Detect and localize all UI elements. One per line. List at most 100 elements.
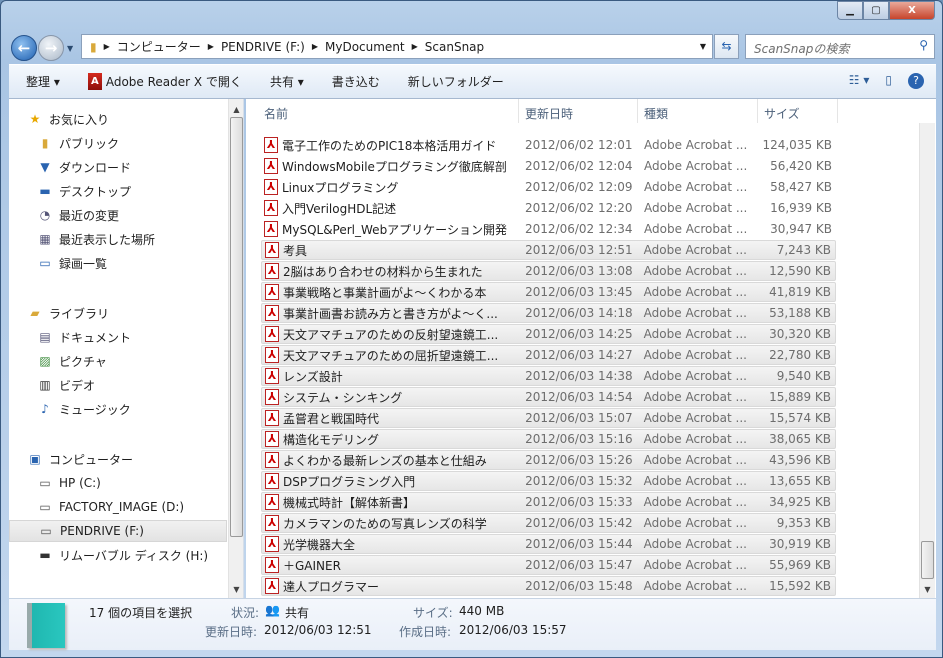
file-row[interactable]: ⅄ 光学機器大全 2012/06/03 15:44 Adobe Acrobat ...… <box>261 534 836 554</box>
sidebar-item[interactable]: ▼ ダウンロード <box>9 156 227 178</box>
file-date: 2012/06/03 12:51 <box>525 243 633 257</box>
file-row[interactable]: ⅄ DSPプログラミング入門 2012/06/03 15:32 Adobe Acrob… <box>261 471 836 491</box>
preview-pane-icon[interactable]: ▯ <box>885 73 892 89</box>
file-row[interactable]: ⅄ システム・シンキング 2012/06/03 14:54 Adobe Acrobat… <box>261 387 836 407</box>
search-input[interactable]: ScanSnapの検索 ⚲ <box>745 34 935 59</box>
file-row[interactable]: ⅄ 達人プログラマー 2012/06/03 15:48 Adobe Acrobat .… <box>261 576 836 596</box>
file-row[interactable]: ⅄ 考具 2012/06/03 12:51 Adobe Acrobat ... 7,24… <box>261 240 836 260</box>
file-row[interactable]: ⅄ カメラマンのための写真レンズの科学 2012/06/03 15:42 Adobe … <box>261 513 836 533</box>
breadcrumb-pendrive[interactable]: PENDRIVE (F:) <box>221 40 305 54</box>
maximize-button[interactable]: ▢ <box>863 1 889 20</box>
sidebar-item[interactable]: ★ お気に入り <box>9 108 227 130</box>
file-name: 孟嘗君と戦国時代 <box>283 411 380 426</box>
column-type[interactable]: 種類 <box>638 99 758 123</box>
forward-button[interactable]: → <box>38 35 64 61</box>
scrollbar-thumb[interactable] <box>230 117 243 537</box>
file-row[interactable]: ⅄ Linuxプログラミング 2012/06/02 12:09 Adobe Acrob… <box>261 177 836 197</box>
sidebar-item[interactable]: ▨ ピクチャ <box>9 350 227 372</box>
file-size: 22,780 KB <box>769 348 831 362</box>
places-icon: ▦ <box>39 232 51 246</box>
refresh-button[interactable]: ⇆ <box>714 34 739 59</box>
scroll-up-arrow[interactable]: ▲ <box>229 105 243 114</box>
sidebar-scrollbar[interactable]: ▲ ▼ <box>228 99 243 598</box>
file-type: Adobe Acrobat ... <box>644 201 748 215</box>
pdf-file-icon: ⅄ <box>265 326 279 342</box>
size-label: サイズ: <box>413 606 453 620</box>
view-options-icon[interactable]: ☷ ▾ <box>849 73 870 89</box>
file-row[interactable]: ⅄ 入門VerilogHDL記述 2012/06/02 12:20 Adobe Acr… <box>261 198 836 218</box>
drive-icon: ▭ <box>40 524 52 538</box>
pdf-file-icon: ⅄ <box>265 263 279 279</box>
file-list-scrollbar[interactable]: ▲ ▼ <box>919 99 935 598</box>
command-bar: 整理 ▾ A Adobe Reader X で開く 共有 ▾ 書き込む 新しいフォ… <box>9 64 936 99</box>
address-bar[interactable]: ▮ ▶ コンピューター ▶ PENDRIVE (F:) ▶ MyDocument… <box>81 34 713 59</box>
breadcrumb-computer[interactable]: コンピューター <box>117 38 201 55</box>
share-button[interactable]: 共有 ▾ <box>270 73 304 90</box>
scroll-down-arrow[interactable]: ▼ <box>920 585 935 594</box>
breadcrumb-mydocument[interactable]: MyDocument <box>325 40 405 54</box>
file-row[interactable]: ⅄ 電子工作のためのPIC18本格活用ガイド 2012/06/02 12:01 Ado… <box>261 135 836 155</box>
file-row[interactable]: ⅄ 孟嘗君と戦国時代 2012/06/03 15:07 Adobe Acrobat .… <box>261 408 836 428</box>
file-date: 2012/06/03 15:07 <box>525 411 633 425</box>
pdf-file-icon: ⅄ <box>265 536 279 552</box>
column-date-modified[interactable]: 更新日時 ^ <box>519 99 638 123</box>
burn-button[interactable]: 書き込む <box>332 73 380 90</box>
close-button[interactable]: X <box>889 1 935 20</box>
sidebar-item[interactable]: ◔ 最近の変更 <box>9 204 227 226</box>
pdf-file-icon: ⅄ <box>264 158 278 174</box>
sidebar-item[interactable]: ▭ FACTORY_IMAGE (D:) <box>9 496 227 518</box>
file-row[interactable]: ⅄ レンズ設計 2012/06/03 14:38 Adobe Acrobat ... 9… <box>261 366 836 386</box>
sidebar-item[interactable]: ▰ ライブラリ <box>9 302 227 324</box>
back-button[interactable]: ← <box>11 35 37 61</box>
new-folder-button[interactable]: 新しいフォルダー <box>408 73 504 90</box>
sidebar-item[interactable]: ▮ パブリック <box>9 132 227 154</box>
file-row[interactable]: ⅄ 構造化モデリング 2012/06/03 15:16 Adobe Acrobat .… <box>261 429 836 449</box>
sidebar-item[interactable]: ▭ 録画一覧 <box>9 252 227 274</box>
breadcrumb-scansnap[interactable]: ScanSnap <box>425 40 484 54</box>
sidebar-item[interactable]: ▤ ドキュメント <box>9 326 227 348</box>
sidebar-item[interactable]: ▭ HP (C:) <box>9 472 227 494</box>
pdf-file-icon: ⅄ <box>265 389 279 405</box>
column-size[interactable]: サイズ <box>758 99 838 123</box>
file-row[interactable]: ⅄ 天文アマチュアのための反射望遠鏡工... 2012/06/03 14:25 Ado… <box>261 324 836 344</box>
file-size: 30,320 KB <box>769 327 831 341</box>
file-row[interactable]: ⅄ 機械式時計【解体新書】 2012/06/03 15:33 Adobe Acroba… <box>261 492 836 512</box>
file-row[interactable]: ⅄ 天文アマチュアのための屈折望遠鏡工... 2012/06/03 14:27 Ado… <box>261 345 836 365</box>
file-type: Adobe Acrobat ... <box>643 579 747 593</box>
sidebar-item[interactable]: ▥ ビデオ <box>9 374 227 396</box>
sidebar-item-label: パブリック <box>59 136 120 151</box>
file-row[interactable]: ⅄ 事業戦略と事業計画がよ～くわかる本 2012/06/03 13:45 Adobe … <box>261 282 836 302</box>
column-name[interactable]: 名前 <box>246 99 519 123</box>
file-date: 2012/06/03 15:44 <box>525 537 633 551</box>
search-icon[interactable]: ⚲ <box>919 38 928 52</box>
recent-pages-dropdown[interactable]: ▼ <box>67 44 73 53</box>
file-row[interactable]: ⅄ ＋GAINER 2012/06/03 15:47 Adobe Acrobat ..… <box>261 555 836 575</box>
file-type: Adobe Acrobat ... <box>644 180 748 194</box>
file-name: カメラマンのための写真レンズの科学 <box>283 516 487 531</box>
file-row[interactable]: ⅄ 事業計画書お読み方と書き方がよ～く... 2012/06/03 14:18 Ado… <box>261 303 836 323</box>
sidebar-item[interactable]: ▬ リムーバブル ディスク (H:) <box>9 544 227 566</box>
file-date: 2012/06/02 12:04 <box>525 159 633 173</box>
minimize-button[interactable]: ▁ <box>837 1 863 20</box>
sidebar-item[interactable]: ♪ ミュージック <box>9 398 227 420</box>
pdf-file-icon: ⅄ <box>265 431 279 447</box>
file-row[interactable]: ⅄ MySQL&Perl_Webアプリケーション開発 2012/06/02 12:3… <box>261 219 836 239</box>
address-dropdown-icon[interactable]: ▼ <box>700 42 706 51</box>
sidebar-item[interactable]: ▬ デスクトップ <box>9 180 227 202</box>
scrollbar-thumb[interactable] <box>921 541 934 579</box>
help-icon[interactable]: ? <box>908 73 924 89</box>
file-name: よくわかる最新レンズの基本と仕組み <box>283 453 487 468</box>
file-row[interactable]: ⅄ 2脳はあり合わせの材料から生まれた 2012/06/03 13:08 Adobe … <box>261 261 836 281</box>
organize-button[interactable]: 整理 ▾ <box>26 73 60 90</box>
size-value: 440 MB <box>459 604 505 618</box>
file-type: Adobe Acrobat ... <box>643 306 747 320</box>
sidebar-item[interactable]: ▦ 最近表示した場所 <box>9 228 227 250</box>
scroll-down-arrow[interactable]: ▼ <box>229 585 243 594</box>
file-size: 56,420 KB <box>770 159 832 173</box>
file-size: 15,592 KB <box>769 579 831 593</box>
open-with-adobe-button[interactable]: A Adobe Reader X で開く <box>87 73 242 90</box>
sidebar-item[interactable]: ▣ コンピューター <box>9 448 227 470</box>
file-row[interactable]: ⅄ よくわかる最新レンズの基本と仕組み 2012/06/03 15:26 Adobe … <box>261 450 836 470</box>
sidebar-item[interactable]: ▭ PENDRIVE (F:) <box>9 520 227 542</box>
file-row[interactable]: ⅄ WindowsMobileプログラミング徹底解剖 2012/06/02 12:0… <box>261 156 836 176</box>
